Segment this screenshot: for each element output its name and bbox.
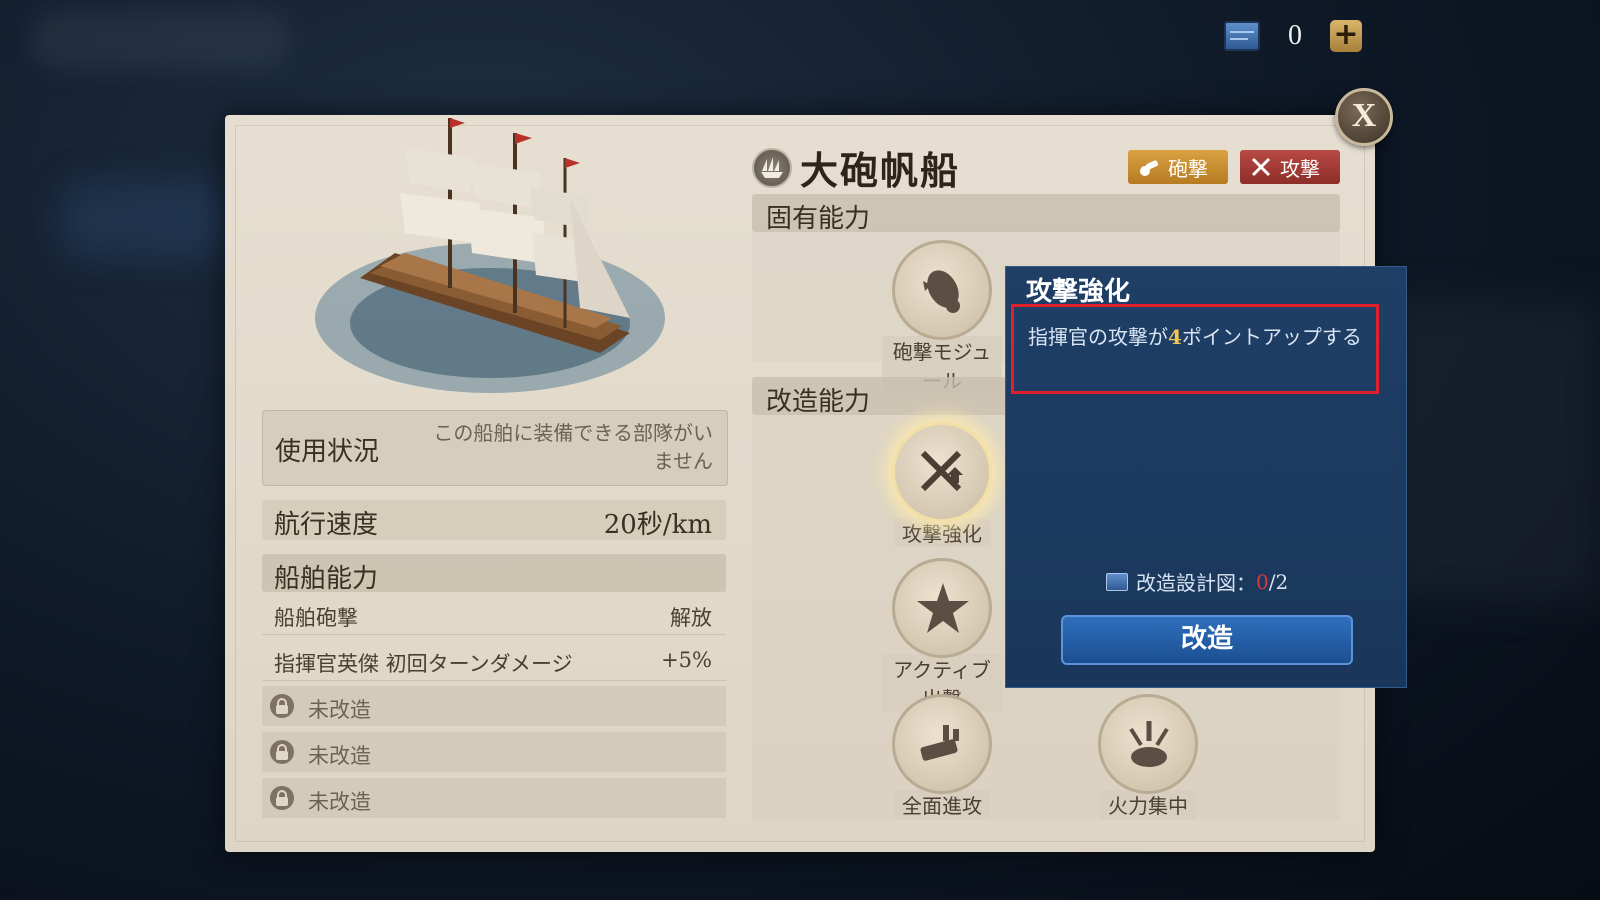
skill-full-offensive[interactable]: 全面進攻 [882, 694, 1002, 819]
innate-abilities-header: 固有能力 [752, 194, 1340, 234]
skill-label: 火力集中 [1100, 790, 1196, 819]
speed-label: 航行速度 [274, 510, 379, 540]
desc-number: 4 [1168, 325, 1182, 349]
ability-row: 指揮官英傑 初回ターンダメージ +5% [262, 640, 726, 681]
ship-type-icon [752, 148, 792, 188]
cannon-icon [1138, 156, 1160, 178]
background-blur [1380, 300, 1600, 600]
tag-label: 砲撃 [1168, 156, 1208, 181]
ability-row: 船舶砲撃 解放 [262, 594, 726, 635]
currency-value: 0 [1288, 20, 1302, 51]
tooltip-description: 指揮官の攻撃が4ポイントアップする [1028, 323, 1373, 351]
ability-name: 船舶砲撃 [274, 606, 358, 630]
add-currency-button[interactable]: + [1330, 20, 1362, 52]
tooltip-title: 攻撃強化 [1026, 277, 1131, 307]
modify-button[interactable]: 改造 [1061, 615, 1353, 665]
lock-icon [270, 740, 294, 764]
locked-label: 未改造 [308, 744, 371, 768]
close-button[interactable]: X [1335, 88, 1393, 146]
skill-attack-boost[interactable]: 攻撃強化 [882, 422, 1002, 547]
tag-label: 攻撃 [1280, 156, 1320, 181]
lock-icon [270, 694, 294, 718]
skill-label: 攻撃強化 [894, 518, 990, 547]
skill-icon [892, 558, 992, 658]
skill-focused-fire[interactable]: 火力集中 [1088, 694, 1208, 819]
locked-label: 未改造 [308, 790, 371, 814]
ability-value: +5% [661, 648, 712, 672]
skill-label: 全面進攻 [894, 790, 990, 819]
locked-ability-row: 未改造 [262, 686, 726, 726]
ship-name: 大砲帆船 [800, 148, 961, 193]
lock-icon [270, 786, 294, 810]
ability-name: 指揮官英傑 初回ターンダメージ [274, 652, 573, 676]
crossed-swords-icon [1250, 156, 1272, 178]
skill-tooltip: 攻撃強化 指揮官の攻撃が4ポイントアップする 改造設計図： 0 /2 改造 [1005, 266, 1407, 688]
sailing-speed: 航行速度 20秒/km [262, 500, 726, 540]
blueprint-requirement: 改造設計図： 0 /2 [1106, 567, 1288, 596]
locked-ability-row: 未改造 [262, 732, 726, 772]
blueprint-label: 改造設計図： [1136, 571, 1256, 595]
background-blur [30, 10, 290, 70]
desc-text: ポイントアップする [1181, 325, 1362, 349]
skill-bombard-module[interactable]: 砲撃モジュール [882, 240, 1002, 394]
skill-icon [892, 694, 992, 794]
blueprint-have: 0 [1256, 569, 1269, 594]
blueprint-icon [1106, 572, 1128, 591]
tooltip-highlight-box: 指揮官の攻撃が4ポイントアップする [1011, 304, 1379, 394]
usage-status: 使用状況 この船舶に装備できる部隊がいません [262, 410, 728, 486]
ship-illustration [315, 118, 665, 393]
tag-attack: 攻撃 [1240, 150, 1340, 184]
speed-value: 20秒/km [603, 510, 712, 540]
blueprint-currency: 0 + [1224, 18, 1362, 54]
ship-abilities-header: 船舶能力 [262, 554, 726, 594]
desc-text: 指揮官の攻撃が [1028, 325, 1168, 349]
ability-value: 解放 [670, 606, 712, 630]
skill-icon [1098, 694, 1198, 794]
innate-abilities-title: 固有能力 [766, 204, 871, 234]
locked-label: 未改造 [308, 698, 371, 722]
skill-icon [892, 240, 992, 340]
blueprint-icon [1224, 21, 1260, 51]
skill-icon [892, 422, 992, 522]
tag-bombard: 砲撃 [1128, 150, 1228, 184]
usage-label: 使用状況 [275, 437, 380, 467]
background-blur [60, 180, 230, 260]
mod-abilities-title: 改造能力 [766, 387, 871, 417]
skill-active-sortie[interactable]: アクティブ出撃 [882, 558, 1002, 712]
ship-abilities-title: 船舶能力 [274, 564, 379, 594]
locked-ability-row: 未改造 [262, 778, 726, 818]
blueprint-need: /2 [1268, 569, 1289, 594]
usage-value: この船舶に装備できる部隊がいません [433, 421, 713, 473]
